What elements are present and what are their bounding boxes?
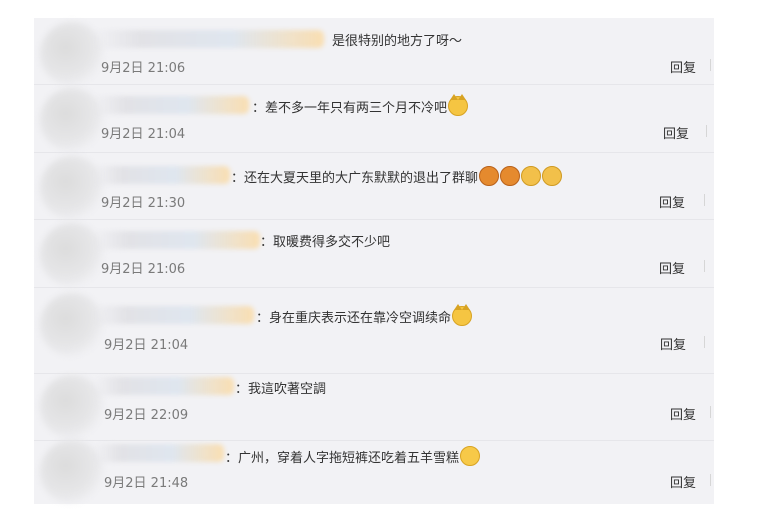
reply-button[interactable]: 回复 — [659, 258, 685, 277]
comment-text: ：差不多一年只有两三个月不冷吧 — [252, 94, 469, 116]
comment-list: 是很特别的地方了呀～ 9月2日 21:06 回复 ：差不多一年只有两三个月不冷吧… — [34, 18, 714, 504]
laughing-tears-icon — [460, 446, 481, 466]
comment-text: ：还在大夏天里的大广东默默的退出了群聊 — [231, 166, 563, 186]
doge-face-icon — [521, 166, 542, 186]
reply-button[interactable]: 回复 — [670, 472, 696, 491]
comment-item: ：我這吹著空調 9月2日 22:09 回复 — [34, 373, 714, 441]
username-blurred[interactable] — [94, 96, 249, 114]
username-blurred[interactable] — [94, 30, 324, 48]
reply-button[interactable]: 回复 — [670, 57, 696, 76]
cat-face-icon — [452, 304, 473, 326]
avatar[interactable] — [40, 156, 104, 220]
reply-button[interactable]: 回复 — [659, 192, 685, 211]
reply-button[interactable]: 回复 — [663, 123, 689, 142]
comment-text: ：我這吹著空調 — [235, 382, 327, 397]
reply-button[interactable]: 回复 — [660, 334, 686, 353]
username-blurred[interactable] — [94, 444, 224, 462]
comment-item: ：还在大夏天里的大广东默默的退出了群聊 9月2日 21:30 回复 — [34, 152, 714, 220]
comment-item: ：身在重庆表示还在靠冷空调续命 9月2日 21:04 回复 — [34, 287, 714, 374]
divider — [710, 474, 711, 486]
username-blurred[interactable] — [94, 377, 234, 395]
username-blurred[interactable] — [94, 306, 254, 324]
cat-face-icon — [448, 94, 469, 116]
comment-item: 是很特别的地方了呀～ 9月2日 21:06 回复 — [34, 18, 714, 86]
divider — [704, 336, 705, 348]
comment-text: ：取暖费得多交不少吧 — [260, 235, 391, 250]
comment-time: 9月2日 22:09 — [104, 408, 189, 423]
divider — [706, 125, 707, 137]
comment-text: ：广州，穿着人字拖短裤还吃着五羊雪糕 — [225, 446, 481, 466]
crying-face-icon — [500, 166, 521, 186]
divider — [704, 260, 705, 272]
comment-time: 9月2日 21:04 — [104, 338, 189, 353]
comment-item: ：差不多一年只有两三个月不冷吧 9月2日 21:04 回复 — [34, 84, 714, 153]
comment-time: 9月2日 21:06 — [101, 262, 186, 277]
divider — [710, 406, 711, 418]
username-blurred[interactable] — [94, 166, 230, 184]
doge-face-icon — [542, 166, 563, 186]
reply-button[interactable]: 回复 — [670, 404, 696, 423]
username-blurred[interactable] — [94, 231, 260, 249]
comment-text: ：身在重庆表示还在靠冷空调续命 — [256, 304, 473, 326]
comment-item: ：取暖费得多交不少吧 9月2日 21:06 回复 — [34, 219, 714, 288]
comment-time: 9月2日 21:06 — [101, 61, 186, 76]
comment-time: 9月2日 21:04 — [101, 127, 186, 142]
crying-face-icon — [479, 166, 500, 186]
comment-time: 9月2日 21:30 — [101, 196, 186, 211]
divider — [704, 194, 705, 206]
comment-time: 9月2日 21:48 — [104, 476, 189, 491]
comment-item: ：广州，穿着人字拖短裤还吃着五羊雪糕 9月2日 21:48 回复 — [34, 440, 714, 504]
divider — [710, 59, 711, 71]
avatar[interactable] — [40, 293, 104, 357]
comment-text: 是很特别的地方了呀～ — [332, 34, 463, 49]
